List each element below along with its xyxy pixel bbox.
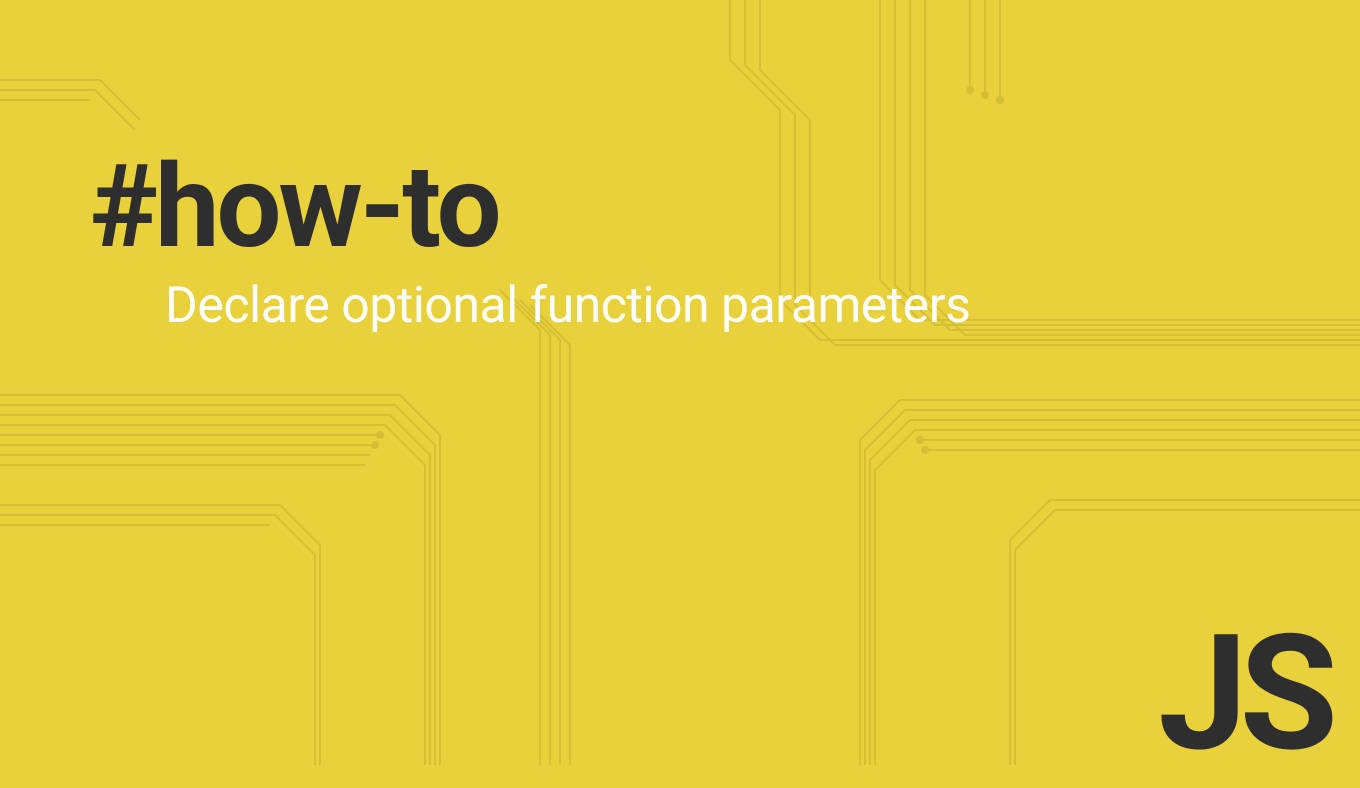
article-title: Declare optional function parameters bbox=[165, 277, 1360, 335]
js-logo: JS bbox=[1158, 615, 1330, 775]
hashtag-label: #how-to bbox=[90, 150, 1360, 265]
main-content: #how-to Declare optional function parame… bbox=[0, 0, 1360, 335]
